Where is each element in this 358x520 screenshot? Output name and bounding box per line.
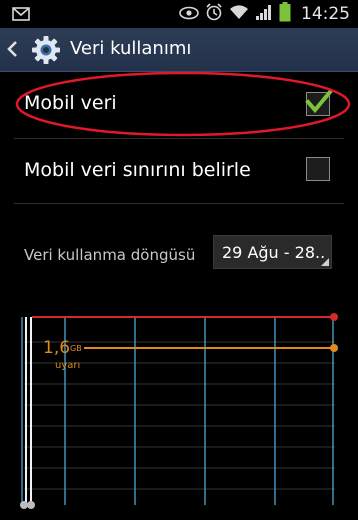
highlight-ellipse xyxy=(15,71,351,137)
set-limit-checkbox[interactable] xyxy=(306,157,330,181)
alarm-icon xyxy=(205,3,223,25)
set-limit-row[interactable]: Mobil veri sınırını belirle xyxy=(0,139,358,203)
usage-chart: 1,6 GB uyarı xyxy=(20,313,338,509)
mail-icon xyxy=(12,6,30,25)
cycle-label: Veri kullanma döngüsü xyxy=(24,246,196,264)
signal-icon xyxy=(255,4,273,24)
warning-unit: GB xyxy=(70,344,82,353)
cycle-value: 29 Ağu - 28.. xyxy=(222,243,326,262)
cycle-end-knob[interactable] xyxy=(27,501,35,509)
chevron-left-icon[interactable] xyxy=(6,40,18,62)
wifi-icon xyxy=(229,4,249,24)
eye-icon xyxy=(179,5,199,24)
page-title: Veri kullanımı xyxy=(70,38,192,59)
clock: 14:25 xyxy=(301,4,350,24)
warning-line-handle[interactable] xyxy=(330,344,338,352)
cycle-dropdown[interactable]: 29 Ağu - 28.. xyxy=(213,235,332,269)
limit-line-handle[interactable] xyxy=(330,313,338,321)
set-limit-label: Mobil veri sınırını belirle xyxy=(24,159,251,181)
dropdown-corner-icon xyxy=(321,258,329,266)
divider xyxy=(14,203,344,204)
cycle-start-knob[interactable] xyxy=(20,501,28,509)
action-bar: Veri kullanımı xyxy=(0,28,358,72)
gear-icon[interactable] xyxy=(30,34,62,70)
status-bar: 14:25 xyxy=(0,0,358,28)
warning-value: 1,6 xyxy=(43,338,70,358)
warning-label: uyarı xyxy=(55,360,80,371)
battery-icon xyxy=(279,2,291,26)
